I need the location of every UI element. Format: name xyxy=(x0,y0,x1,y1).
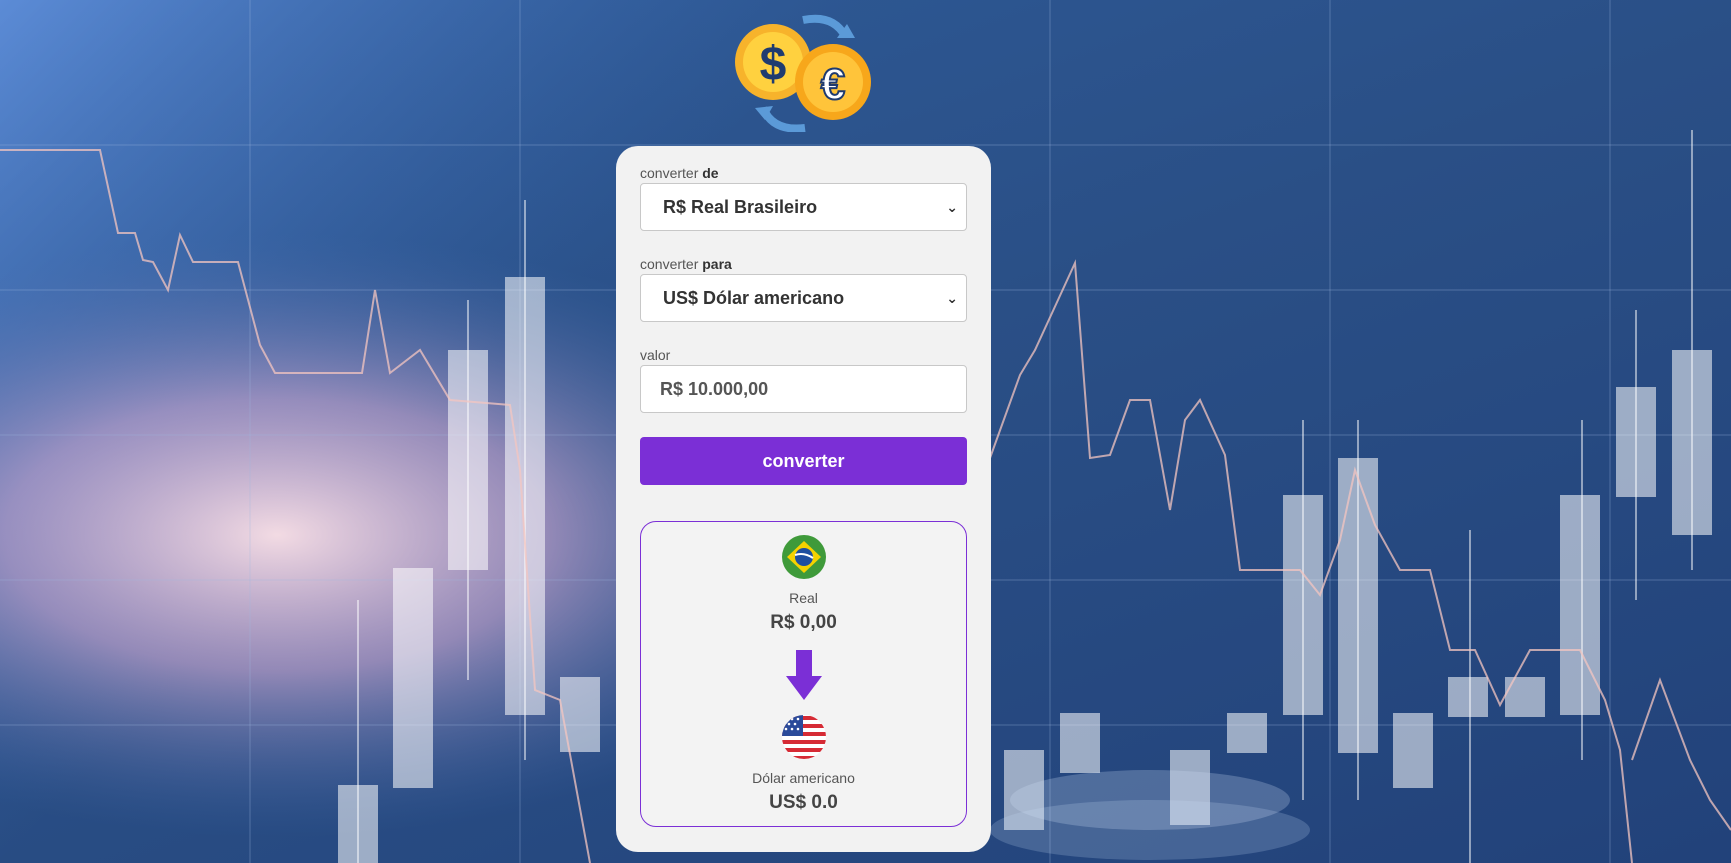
to-currency-name: Dólar americano xyxy=(752,770,855,786)
to-currency-select[interactable]: US$ Dólar americano ⌄ xyxy=(640,274,967,322)
amount-label: valor xyxy=(640,347,671,363)
to-currency-value: US$ Dólar americano xyxy=(663,288,845,308)
usa-flag-icon xyxy=(782,715,826,759)
chevron-down-icon: ⌄ xyxy=(946,199,958,215)
to-label: converter para xyxy=(640,256,732,272)
from-currency-select[interactable]: R$ Real Brasileiro ⌄ xyxy=(640,183,967,231)
brazil-flag-icon xyxy=(782,535,826,579)
from-currency-value: R$ Real Brasileiro xyxy=(663,197,818,217)
result-panel: Real R$ 0,00 Dólar americano US$ 0.0 xyxy=(640,521,967,827)
svg-text:€: € xyxy=(821,60,845,109)
amount-input[interactable]: R$ 10.000,00 xyxy=(640,365,967,413)
from-currency-name: Real xyxy=(789,590,818,606)
amount-placeholder: R$ 10.000,00 xyxy=(660,379,769,399)
svg-text:$: $ xyxy=(760,38,787,91)
from-currency-value-display: R$ 0,00 xyxy=(770,612,837,633)
from-label: converter de xyxy=(640,165,719,181)
convert-button[interactable]: converter xyxy=(640,437,967,485)
to-currency-value-display: US$ 0.0 xyxy=(769,792,838,813)
converter-card: converter de R$ Real Brasileiro ⌄ conver… xyxy=(616,146,991,852)
chevron-down-icon: ⌄ xyxy=(946,290,958,306)
currency-exchange-icon: $ € xyxy=(735,14,871,132)
arrow-down-icon xyxy=(786,650,822,700)
